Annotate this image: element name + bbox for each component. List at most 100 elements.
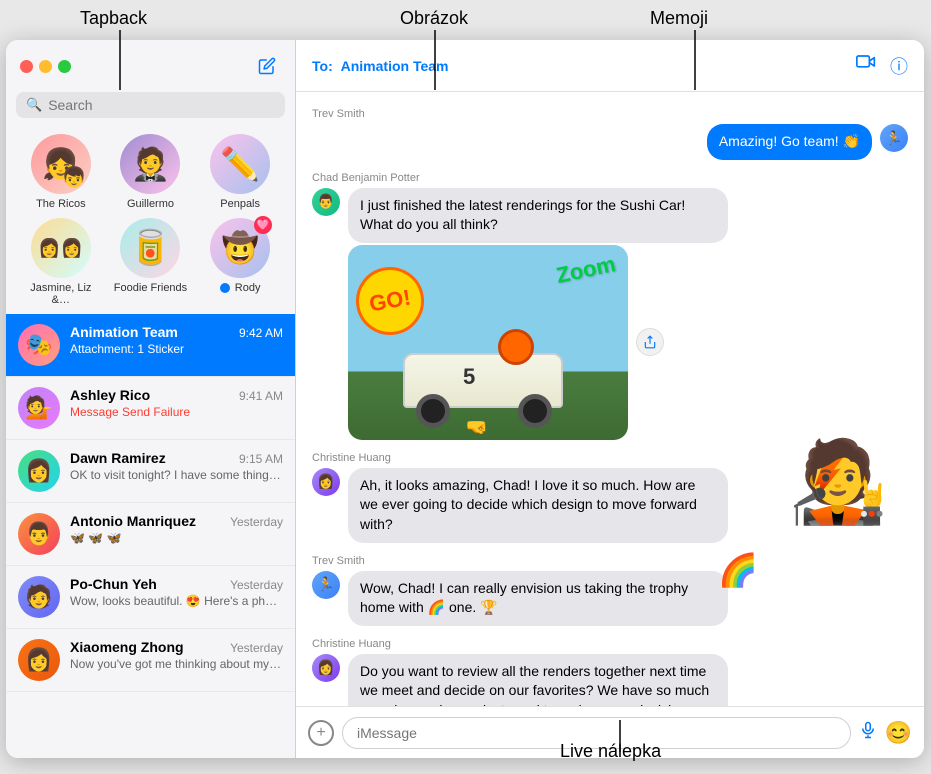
- conversation-list: 🎭 Animation Team 9:42 AM Attachment: 1 S…: [6, 314, 295, 758]
- search-bar[interactable]: 🔍: [16, 92, 285, 118]
- avatar-ashley-rico: 💁: [18, 387, 60, 429]
- conv-preview-antonio-manriquez: 🦋 🦋 🦋: [70, 531, 283, 545]
- sender-chad: Chad Benjamin Potter: [312, 172, 908, 184]
- audio-record-button[interactable]: [859, 721, 877, 744]
- fullscreen-button[interactable]: [58, 60, 71, 73]
- pinned-row-1: 👧👦 The Ricos 🤵 Guillermo ✏️ Penpals: [6, 126, 295, 214]
- sender-trev-1: Trev Smith: [312, 108, 908, 120]
- conv-item-xiaomeng-zhong[interactable]: 👩 Xiaomeng Zhong Yesterday Now you've go…: [6, 629, 295, 692]
- msg-group-3: Christine Huang 👩 Ah, it looks amazing, …: [312, 452, 908, 543]
- bubble-4-wrap: Wow, Chad! I can really envision us taki…: [348, 571, 728, 626]
- msg-avatar-trev-2: 🏃: [312, 571, 340, 599]
- contact-name-the-ricos: The Ricos: [36, 198, 86, 210]
- compose-button[interactable]: [253, 52, 281, 80]
- bubble-3: Ah, it looks amazing, Chad! I love it so…: [348, 468, 728, 543]
- conv-item-pochun-yeh[interactable]: 🧑 Po-Chun Yeh Yesterday Wow, looks beaut…: [6, 566, 295, 629]
- contact-name-guillermo: Guillermo: [127, 198, 174, 210]
- avatar-xiaomeng-zhong: 👩: [18, 639, 60, 681]
- avatar-jasmine: 👩👩: [31, 218, 91, 278]
- conv-content-animation-team: Animation Team 9:42 AM Attachment: 1 Sti…: [70, 324, 283, 356]
- conv-time-dawn-ramirez: 9:15 AM: [239, 452, 283, 466]
- bubble-1: Amazing! Go team! 👏: [707, 124, 872, 160]
- info-button[interactable]: ⓘ: [890, 53, 908, 79]
- pinned-contact-the-ricos[interactable]: 👧👦 The Ricos: [21, 134, 101, 210]
- conv-name-dawn-ramirez: Dawn Ramirez: [70, 450, 166, 466]
- sidebar: 🔍 👧👦 The Ricos 🤵 Guillermo ✏️ Penpals: [6, 40, 296, 758]
- conv-preview-dawn-ramirez: OK to visit tonight? I have some things …: [70, 468, 283, 482]
- contact-name-penpals: Penpals: [220, 198, 260, 210]
- contact-name-rody: Rody: [235, 282, 261, 294]
- zoom-sticker: Zoom: [554, 251, 618, 289]
- sender-christine-2: Christine Huang: [312, 638, 908, 650]
- conv-item-ashley-rico[interactable]: 💁 Ashley Rico 9:41 AM Message Send Failu…: [6, 377, 295, 440]
- chat-messages: Trev Smith 🏃 Amazing! Go team! 👏 Chad Be…: [296, 92, 924, 706]
- memoji-annotation: Memoji: [650, 8, 708, 29]
- video-call-button[interactable]: [856, 53, 876, 79]
- msg-avatar-christine-1: 👩: [312, 468, 340, 496]
- image-container: 5 GO! Zoom 🤜: [348, 245, 628, 440]
- msg-avatar-trev: 🏃: [880, 124, 908, 152]
- conv-preview-ashley-rico: Message Send Failure: [70, 405, 283, 419]
- contact-name-jasmine: Jasmine, Liz &…: [21, 282, 101, 306]
- pinned-contact-jasmine[interactable]: 👩👩 Jasmine, Liz &…: [21, 218, 101, 306]
- heart-badge: 🩷: [254, 216, 272, 234]
- msg-group-1: Trev Smith 🏃 Amazing! Go team! 👏: [312, 108, 908, 160]
- avatar-antonio-manriquez: 👨: [18, 513, 60, 555]
- live-naplepka-annotation: Live nálepka: [560, 741, 661, 762]
- conv-item-animation-team[interactable]: 🎭 Animation Team 9:42 AM Attachment: 1 S…: [6, 314, 295, 377]
- conv-item-antonio-manriquez[interactable]: 👨 Antonio Manriquez Yesterday 🦋 🦋 🦋: [6, 503, 295, 566]
- tapback-hands: 🤜: [466, 417, 488, 438]
- close-button[interactable]: [20, 60, 33, 73]
- msg-row-4: 🏃 Wow, Chad! I can really envision us ta…: [312, 571, 908, 626]
- conv-time-animation-team: 9:42 AM: [239, 326, 283, 340]
- msg-row-image: 5 GO! Zoom 🤜: [348, 245, 908, 440]
- pinned-contact-guillermo[interactable]: 🤵 Guillermo: [110, 134, 190, 210]
- conv-content-pochun-yeh: Po-Chun Yeh Yesterday Wow, looks beautif…: [70, 576, 283, 608]
- msg-group-2: Chad Benjamin Potter 👨 I just finished t…: [312, 172, 908, 440]
- sushi-car-image: 5 GO! Zoom 🤜: [348, 245, 628, 440]
- traffic-lights: [20, 60, 71, 73]
- msg-row-2: 👨 I just finished the latest renderings …: [312, 188, 908, 243]
- chat-header-icons: ⓘ: [856, 53, 908, 79]
- avatar-pochun-yeh: 🧑: [18, 576, 60, 618]
- minimize-button[interactable]: [39, 60, 52, 73]
- msg-row-1: 🏃 Amazing! Go team! 👏: [312, 124, 908, 160]
- rainbow-sticker: 🌈: [718, 551, 758, 589]
- app-window: 🔍 👧👦 The Ricos 🤵 Guillermo ✏️ Penpals: [6, 40, 924, 758]
- avatar-guillermo: 🤵: [120, 134, 180, 194]
- sender-trev-2: Trev Smith: [312, 555, 908, 567]
- sidebar-titlebar: [6, 40, 295, 92]
- wheel-front: [416, 394, 450, 428]
- conv-content-antonio-manriquez: Antonio Manriquez Yesterday 🦋 🦋 🦋: [70, 513, 283, 545]
- bubble-4: Wow, Chad! I can really envision us taki…: [348, 571, 728, 626]
- chat-area: To: Animation Team ⓘ Trev Smith 🏃: [296, 40, 924, 758]
- msg-row-5: 👩 Do you want to review all the renders …: [312, 654, 908, 706]
- conv-preview-xiaomeng-zhong: Now you've got me thinking about my next…: [70, 657, 283, 671]
- conv-preview-animation-team: Attachment: 1 Sticker: [70, 342, 283, 356]
- to-name-text: Animation Team: [341, 58, 449, 74]
- msg-avatar-christine-2: 👩: [312, 654, 340, 682]
- avatar-animation-team: 🎭: [18, 324, 60, 366]
- conv-name-pochun-yeh: Po-Chun Yeh: [70, 576, 157, 592]
- pinned-contact-penpals[interactable]: ✏️ Penpals: [200, 134, 280, 210]
- share-button[interactable]: [636, 328, 664, 356]
- to-label-text: To:: [312, 58, 333, 74]
- go-sticker: GO!: [351, 261, 430, 340]
- conv-item-dawn-ramirez[interactable]: 👩 Dawn Ramirez 9:15 AM OK to visit tonig…: [6, 440, 295, 503]
- conv-content-ashley-rico: Ashley Rico 9:41 AM Message Send Failure: [70, 387, 283, 419]
- avatar-dawn-ramirez: 👩: [18, 450, 60, 492]
- avatar-penpals: ✏️: [210, 134, 270, 194]
- emoji-button[interactable]: 😊: [885, 720, 912, 746]
- conv-content-xiaomeng-zhong: Xiaomeng Zhong Yesterday Now you've got …: [70, 639, 283, 671]
- bubble-5: Do you want to review all the renders to…: [348, 654, 728, 706]
- search-icon: 🔍: [26, 97, 42, 113]
- conv-name-ashley-rico: Ashley Rico: [70, 387, 150, 403]
- pinned-contact-rody[interactable]: 🤠 🩷 Rody: [200, 218, 280, 306]
- search-input[interactable]: [48, 97, 275, 113]
- add-attachment-button[interactable]: +: [308, 720, 334, 746]
- pinned-contact-foodie[interactable]: 🥫 Foodie Friends: [110, 218, 190, 306]
- msg-avatar-chad: 👨: [312, 188, 340, 216]
- chat-header: To: Animation Team ⓘ: [296, 40, 924, 92]
- conv-time-pochun-yeh: Yesterday: [230, 578, 283, 592]
- conv-content-dawn-ramirez: Dawn Ramirez 9:15 AM OK to visit tonight…: [70, 450, 283, 482]
